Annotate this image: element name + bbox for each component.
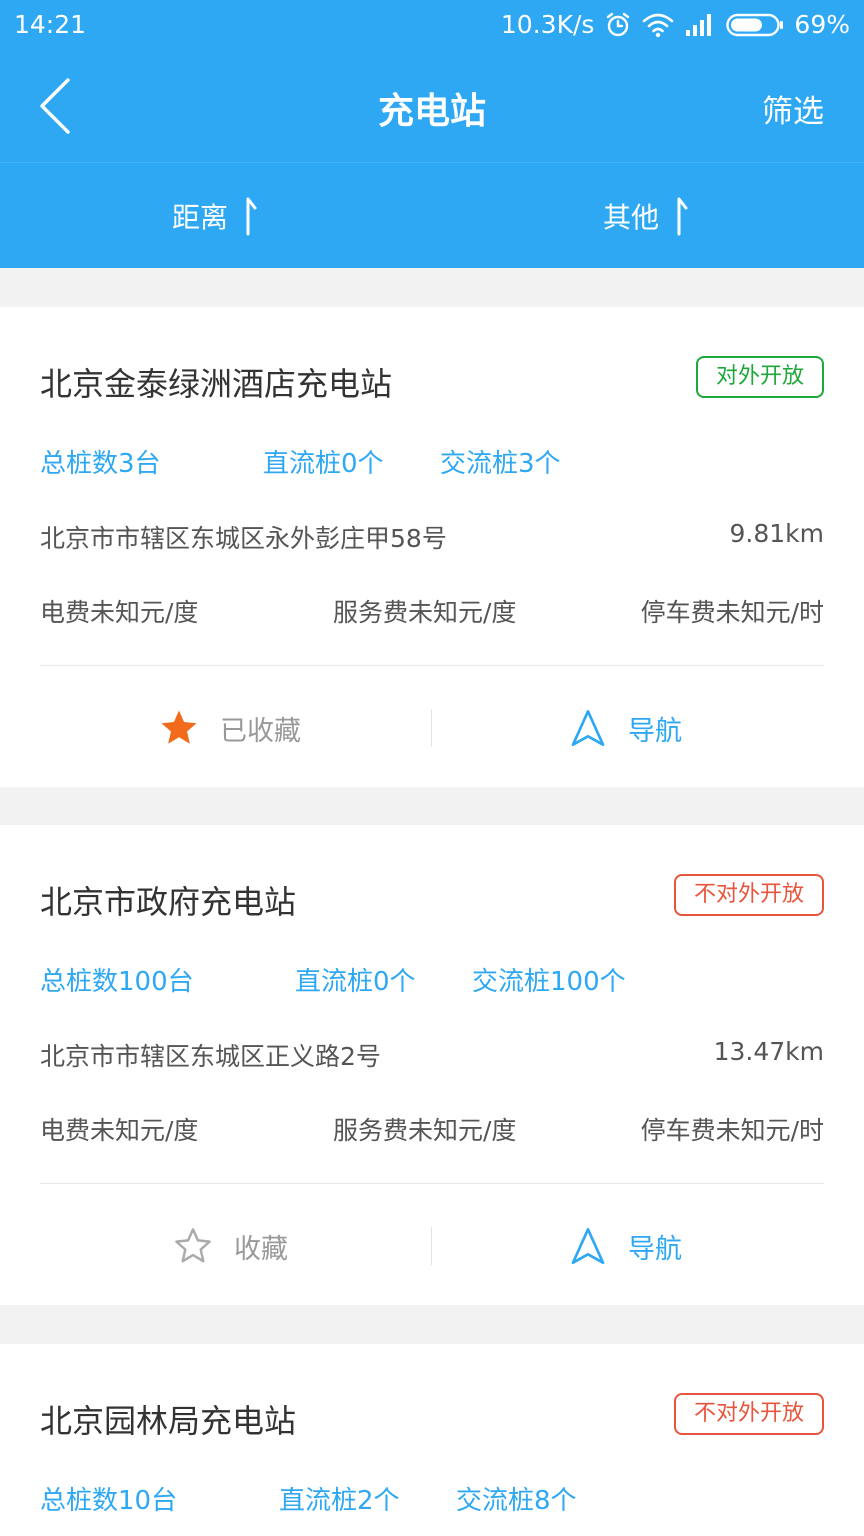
total-piles: 总桩数10台	[40, 1486, 178, 1516]
station-distance: 13.47km	[713, 1037, 824, 1066]
parking-fee: 停车费未知元/时	[640, 1116, 824, 1145]
navigate-label: 导航	[628, 715, 682, 747]
navigate-button[interactable]: 导航	[568, 1225, 682, 1267]
station-address: 北京市市辖区东城区正义路2号	[40, 1042, 381, 1071]
net-speed: 10.3K/s	[500, 10, 595, 39]
signal-icon	[684, 12, 716, 38]
electric-fee: 电费未知元/度	[40, 598, 199, 627]
action-divider	[431, 709, 432, 747]
station-name: 北京金泰绿洲酒店充电站	[40, 365, 393, 403]
sort-tab-label: 其他	[603, 201, 660, 234]
sort-arrow-icon	[246, 197, 257, 236]
dc-piles: 直流桩2个	[279, 1486, 400, 1516]
status-right: 10.3K/s 69%	[501, 10, 850, 39]
total-piles: 总桩数3台	[40, 449, 161, 479]
page-title: 充电站	[377, 91, 486, 132]
nav-bar: 充电站 筛选	[0, 50, 864, 162]
parking-fee: 停车费未知元/时	[640, 598, 824, 627]
service-fee: 服务费未知元/度	[333, 1116, 517, 1145]
sort-tab-label: 距离	[172, 201, 229, 234]
header-divider	[0, 162, 864, 163]
star-outline-icon	[175, 1228, 211, 1263]
navigate-label: 导航	[628, 1233, 682, 1265]
favorite-label: 收藏	[234, 1233, 288, 1265]
status-badge: 不对外开放	[673, 1393, 824, 1435]
filter-button[interactable]: 筛选	[762, 86, 824, 131]
alarm-icon	[604, 11, 632, 39]
battery-percent: 69%	[794, 10, 850, 39]
favorite-button[interactable]: 已收藏	[158, 707, 301, 749]
navigation-icon	[571, 710, 605, 746]
favorite-button[interactable]: 收藏	[172, 1225, 288, 1267]
card-divider	[40, 665, 824, 666]
station-distance: 9.81km	[729, 519, 825, 548]
station-card[interactable]: 北京市政府充电站 不对外开放 总桩数100台 直流桩0个 交流桩100个 北京市…	[0, 825, 864, 1305]
station-card[interactable]: 北京金泰绿洲酒店充电站 对外开放 总桩数3台 直流桩0个 交流桩3个 北京市市辖…	[0, 307, 864, 787]
status-time: 14:21	[14, 10, 87, 39]
star-filled-icon	[161, 710, 197, 744]
app-header: 14:21 10.3K/s 69% 充电站 筛选 距离 其他	[0, 0, 864, 268]
status-badge: 不对外开放	[673, 874, 824, 916]
sort-tab-other[interactable]: 其他	[603, 196, 689, 236]
ac-piles: 交流桩100个	[472, 967, 626, 997]
station-card[interactable]: 北京园林局充电站 不对外开放 总桩数10台 直流桩2个 交流桩8个	[0, 1344, 864, 1536]
sort-arrow-icon	[677, 197, 688, 236]
dc-piles: 直流桩0个	[263, 449, 384, 479]
favorite-label: 已收藏	[220, 715, 301, 747]
ac-piles: 交流桩3个	[440, 449, 561, 479]
ac-piles: 交流桩8个	[456, 1486, 577, 1516]
navigate-button[interactable]: 导航	[568, 707, 682, 749]
status-bar: 14:21 10.3K/s 69%	[0, 0, 864, 50]
station-name: 北京园林局充电站	[40, 1402, 297, 1440]
service-fee: 服务费未知元/度	[333, 598, 517, 627]
navigation-icon	[571, 1228, 605, 1264]
total-piles: 总桩数100台	[40, 967, 194, 997]
sort-tab-distance[interactable]: 距离	[172, 196, 258, 236]
wifi-icon	[642, 12, 674, 38]
action-divider	[431, 1227, 432, 1265]
card-divider	[40, 1183, 824, 1184]
status-badge: 对外开放	[695, 356, 824, 398]
dc-piles: 直流桩0个	[295, 967, 416, 997]
battery-icon	[726, 13, 784, 37]
station-name: 北京市政府充电站	[40, 883, 297, 921]
electric-fee: 电费未知元/度	[40, 1116, 199, 1145]
station-address: 北京市市辖区东城区永外彭庄甲58号	[40, 524, 447, 553]
